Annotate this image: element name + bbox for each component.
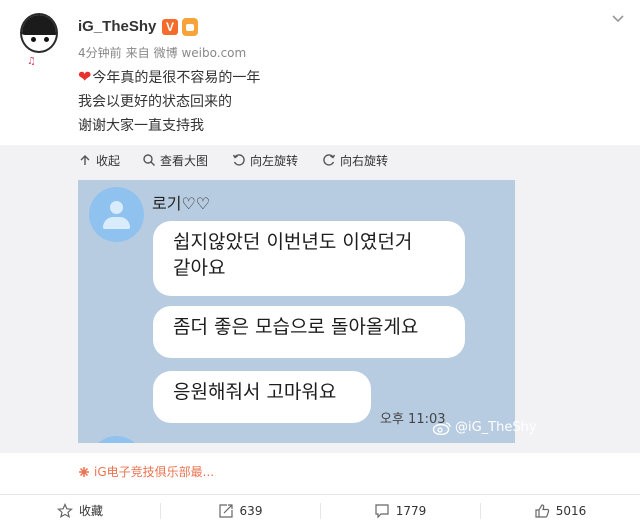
weibo-logo-icon [432, 421, 451, 435]
like-count: 5016 [555, 503, 587, 518]
chat-bubble-1: 쉽지않았던 이번년도 이였던거 같아요 [153, 221, 465, 296]
post-time[interactable]: 4分钟前 [78, 46, 122, 60]
avatar-ig-mark: ♫ [27, 56, 36, 67]
collapse-button[interactable]: 收起 [78, 152, 120, 168]
post-text: ❤今年真的是很不容易的一年 我会以更好的状态回来的 谢谢大家一直支持我 [78, 66, 260, 138]
chat-bubble-1-line-2: 같아요 [173, 257, 226, 279]
source-link[interactable]: iG电子竞技俱乐部最... [78, 463, 214, 480]
chat-sender-name: 로기♡♡ [152, 194, 211, 213]
chat-bubble-1-line-1: 쉽지않았던 이번년도 이였던거 [173, 231, 413, 253]
view-large-label: 查看大图 [160, 153, 209, 168]
username[interactable]: iG_TheShy [78, 18, 156, 35]
avatar-face [20, 13, 58, 53]
source-app[interactable]: 微博 weibo.com [154, 46, 247, 60]
view-large-button[interactable]: 查看大图 [142, 152, 208, 168]
chat-screenshot[interactable]: 로기♡♡ 쉽지않았던 이번년도 이였던거 같아요 좀더 좋은 모습으로 돌아올게… [78, 180, 515, 443]
post-line-1: 今年真的是很不容易的一年 [92, 70, 261, 86]
favorite-label: 收藏 [78, 504, 103, 518]
repost-icon [218, 503, 233, 518]
rotate-right-label: 向右旋转 [340, 153, 389, 168]
post-line-3: 谢谢大家一直支持我 [78, 118, 204, 134]
image-panel: 로기♡♡ 쉽지않았던 이번년도 이였던거 같아요 좀더 좋은 모습으로 돌아올게… [0, 175, 640, 453]
default-profile-icon-2 [89, 436, 144, 443]
verified-badge-icon: V [162, 19, 178, 35]
post-meta: 4分钟前 来自 微博 weibo.com [78, 44, 250, 61]
repost-button[interactable]: 639 [160, 495, 320, 525]
chat-bubble-2: 좀더 좋은 모습으로 돌아올게요 [153, 306, 465, 358]
repost-count: 639 [239, 503, 263, 518]
magnifier-icon [143, 154, 155, 166]
link-icon [79, 466, 89, 477]
like-button[interactable]: 5016 [480, 495, 640, 525]
comment-icon [375, 503, 389, 518]
collapse-label: 收起 [96, 153, 121, 168]
post-line-2: 我会以更好的状态回来的 [78, 94, 232, 110]
weibo-watermark: @iG_TheShy [432, 420, 537, 435]
comment-count: 1779 [395, 503, 427, 518]
rotate-right-icon [323, 154, 336, 166]
rotate-left-label: 向左旋转 [250, 153, 299, 168]
rotate-left-button[interactable]: 向左旋转 [232, 152, 298, 168]
action-bar: 收藏 639 1779 5016 [0, 494, 640, 525]
heart-icon: ❤ [78, 67, 92, 86]
chat-bubble-3: 응원해줘서 고마워요 [153, 371, 371, 423]
image-toolbar: 收起 查看大图 向左旋转 向右旋转 [0, 145, 640, 175]
default-profile-icon [89, 187, 144, 242]
rotate-left-icon [232, 154, 245, 166]
thumbs-up-icon [535, 503, 549, 518]
rotate-right-button[interactable]: 向右旋转 [322, 152, 388, 168]
chevron-down-icon[interactable] [610, 10, 626, 26]
user-avatar[interactable]: ♫ [19, 13, 59, 69]
source-prefix: 来自 [125, 46, 150, 60]
source-link-text: iG电子竞技俱乐部最... [94, 465, 215, 479]
favorite-button[interactable]: 收藏 [0, 495, 160, 525]
vip-crown-icon [180, 18, 200, 36]
collapse-icon [80, 155, 90, 165]
watermark-text: @iG_TheShy [455, 420, 537, 435]
comment-button[interactable]: 1779 [320, 495, 480, 525]
star-icon [57, 502, 73, 518]
